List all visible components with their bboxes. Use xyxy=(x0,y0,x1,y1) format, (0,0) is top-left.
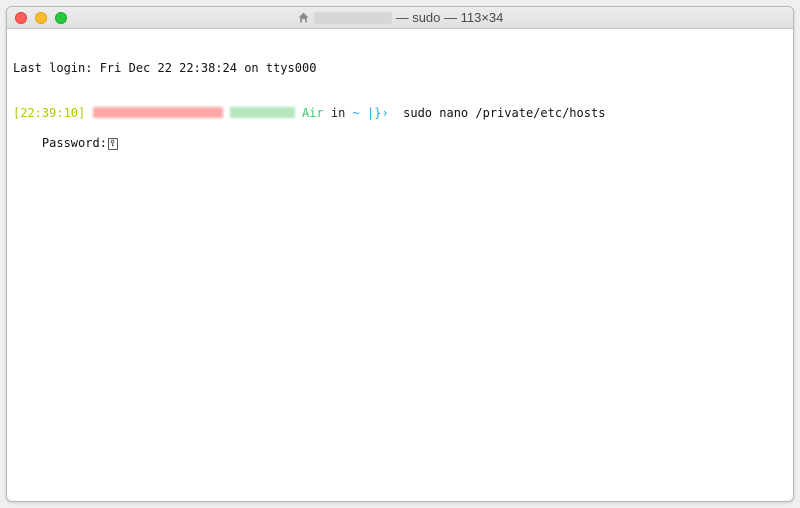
command-text: sudo nano /private/etc/hosts xyxy=(396,106,606,120)
minimize-button[interactable] xyxy=(35,12,47,24)
home-icon xyxy=(297,11,310,24)
host-redacted xyxy=(230,107,295,118)
timestamp: 22:39:10 xyxy=(20,106,78,120)
timestamp-close: ] xyxy=(78,106,85,120)
host-suffix: Air xyxy=(295,106,331,120)
prompt-symbol: |}› xyxy=(360,106,396,120)
window-titlebar[interactable]: — sudo — 113×34 xyxy=(7,7,793,29)
password-label: Password: xyxy=(42,136,107,151)
prompt-line: [22:39:10] Air in ~ |}› sudo nano /priva… xyxy=(13,106,787,121)
window-title: — sudo — 113×34 xyxy=(7,10,793,25)
in-text: in xyxy=(331,106,353,120)
key-icon xyxy=(108,138,118,150)
password-line: Password: xyxy=(42,136,118,151)
cwd-tilde: ~ xyxy=(353,106,360,120)
terminal-window: — sudo — 113×34 Last login: Fri Dec 22 2… xyxy=(6,6,794,502)
title-redacted xyxy=(314,12,392,24)
title-text: — sudo — 113×34 xyxy=(396,10,504,25)
last-login-line: Last login: Fri Dec 22 22:38:24 on ttys0… xyxy=(13,61,787,76)
terminal-body[interactable]: Last login: Fri Dec 22 22:38:24 on ttys0… xyxy=(7,29,793,501)
maximize-button[interactable] xyxy=(55,12,67,24)
user-redacted xyxy=(93,107,223,118)
traffic-lights xyxy=(15,12,67,24)
close-button[interactable] xyxy=(15,12,27,24)
